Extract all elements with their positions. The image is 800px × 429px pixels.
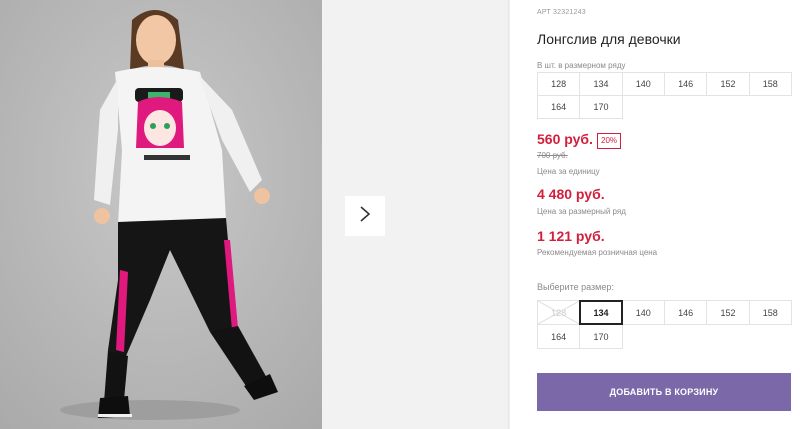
product-photo[interactable]: [0, 0, 322, 429]
product-title: Лонгслив для девочки: [537, 31, 681, 47]
size-row-caption: В шт. в размерном ряду: [537, 61, 626, 70]
old-price: 700 руб.: [537, 151, 568, 160]
row-price: 4 480 руб.: [537, 186, 605, 202]
gallery-next-button[interactable]: [345, 196, 385, 236]
unit-price-caption: Цена за единицу: [537, 167, 600, 176]
size-row-cell: 170: [579, 95, 623, 119]
add-to-cart-button[interactable]: ДОБАВИТЬ В КОРЗИНУ: [537, 373, 791, 411]
size-select-grid: 128 134 140 146 152 158 164 170: [537, 300, 792, 349]
size-option[interactable]: 152: [706, 300, 750, 325]
size-option[interactable]: 164: [537, 324, 581, 349]
size-row-cell: 152: [706, 72, 750, 96]
retail-price: 1 121 руб.: [537, 228, 605, 244]
unavailable-cross-icon: [538, 301, 580, 324]
unit-price: 560 руб.: [537, 131, 593, 147]
product-article: АРТ 32321243: [537, 9, 586, 16]
size-row-cell: 146: [663, 72, 708, 96]
row-price-caption: Цена за размерный ряд: [537, 207, 626, 216]
size-option-selected[interactable]: 134: [579, 300, 623, 325]
size-option[interactable]: 170: [579, 324, 623, 349]
size-row-cell: 128: [537, 72, 581, 96]
size-row-cell: 140: [621, 72, 665, 96]
divider: [508, 0, 509, 429]
size-row-cell: 164: [537, 95, 581, 119]
size-select-caption: Выберите размер:: [537, 282, 614, 292]
product-gallery: [0, 0, 510, 429]
size-row-cell: 158: [748, 72, 792, 96]
size-option[interactable]: 146: [663, 300, 708, 325]
size-option[interactable]: 158: [748, 300, 792, 325]
size-row-cell: 134: [579, 72, 623, 96]
size-row-grid: 128 134 140 146 152 158 164 170: [537, 72, 792, 119]
discount-badge: 20%: [597, 133, 622, 149]
size-option[interactable]: 140: [621, 300, 665, 325]
size-option-unavailable: 128: [537, 300, 581, 325]
product-photo-illustration: [0, 0, 322, 429]
retail-price-caption: Рекомендуемая розничная цена: [537, 248, 658, 257]
chevron-right-icon: [358, 205, 372, 228]
